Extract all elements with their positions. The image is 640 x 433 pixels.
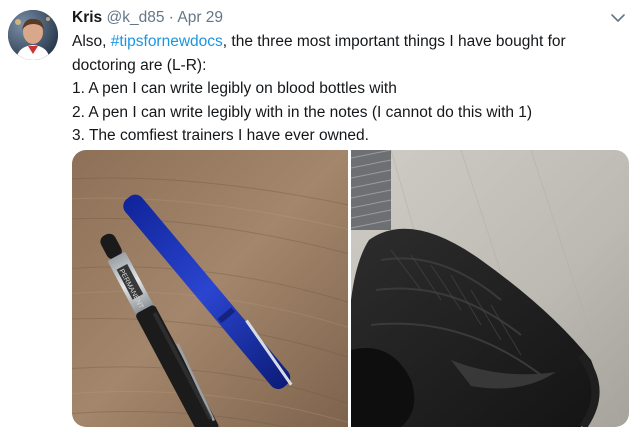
tweet-line-3: 1. A pen I can write legibly on blood bo… <box>72 80 397 97</box>
tweet-line-2: doctoring are (L-R): <box>72 56 207 74</box>
meta-separator: · <box>164 9 178 26</box>
tweet-line-1: Also, #tipsfornewdocs, the three most im… <box>72 33 566 50</box>
tweet-line-4: 2. A pen I can write legibly with in the… <box>72 103 533 121</box>
hashtag-link[interactable]: #tipsfornewdocs <box>111 33 223 50</box>
tweet-line-5: 3. The comfiest trainers I have ever own… <box>72 127 369 144</box>
tweet-date[interactable]: Apr 29 <box>177 9 223 26</box>
tweet-header: Kris @k_d85 · Apr 29 <box>72 8 223 28</box>
chevron-down-icon[interactable] <box>610 12 626 24</box>
tweet-text: Also, #tipsfornewdocs, the three most im… <box>72 30 628 148</box>
photo-trainers[interactable] <box>351 150 629 427</box>
author-handle[interactable]: @k_d85 <box>106 9 164 26</box>
photo-pens[interactable]: PERMANENT <box>72 150 348 427</box>
author-avatar[interactable] <box>8 10 58 60</box>
avatar-image <box>8 10 58 60</box>
author-name[interactable]: Kris <box>72 9 102 26</box>
tweet-media: PERMANENT <box>72 150 629 427</box>
